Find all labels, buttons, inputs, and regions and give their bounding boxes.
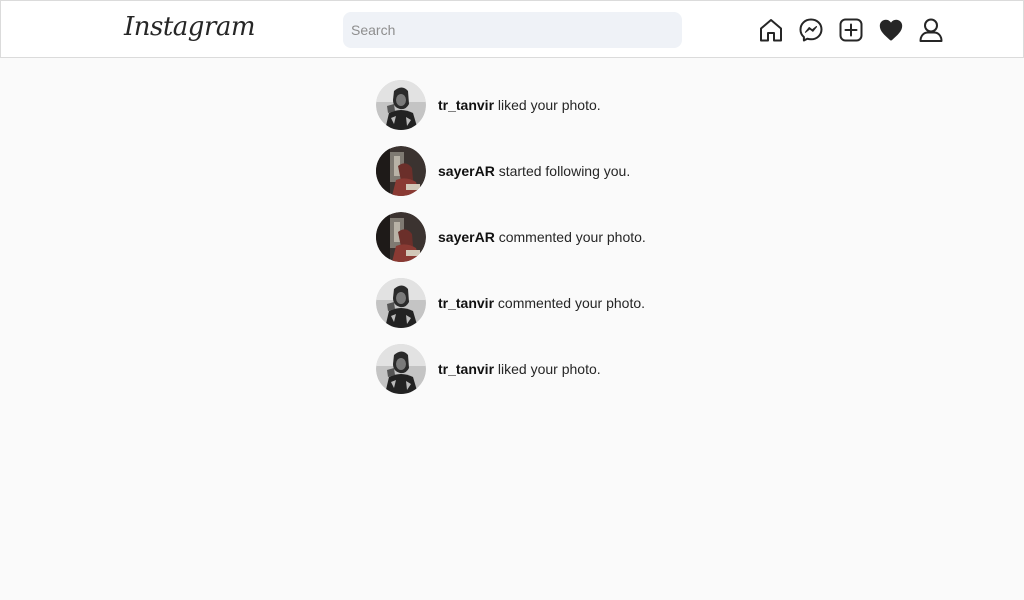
notification-item[interactable]: tr_tanvir liked your photo. <box>376 344 736 394</box>
avatar[interactable] <box>376 146 426 196</box>
notification-action: commented your photo. <box>494 229 646 245</box>
avatar[interactable] <box>376 80 426 130</box>
notification-username[interactable]: sayerAR <box>438 163 495 179</box>
avatar[interactable] <box>376 278 426 328</box>
notification-action: liked your photo. <box>494 361 601 377</box>
avatar[interactable] <box>376 344 426 394</box>
notification-username[interactable]: tr_tanvir <box>438 295 494 311</box>
notification-text: tr_tanvir commented your photo. <box>438 294 645 312</box>
notification-text: tr_tanvir liked your photo. <box>438 360 601 378</box>
activity-heart-icon[interactable] <box>878 17 904 43</box>
home-icon[interactable] <box>758 17 784 43</box>
notification-item[interactable]: sayerAR started following you. <box>376 146 736 196</box>
notifications-list: tr_tanvir liked your photo. sayerAR star… <box>376 80 736 410</box>
notification-item[interactable]: tr_tanvir commented your photo. <box>376 278 736 328</box>
notification-text: sayerAR started following you. <box>438 162 630 180</box>
notification-username[interactable]: tr_tanvir <box>438 361 494 377</box>
notification-text: tr_tanvir liked your photo. <box>438 96 601 114</box>
notification-item[interactable]: sayerAR commented your photo. <box>376 212 736 262</box>
notification-action: liked your photo. <box>494 97 601 113</box>
notification-username[interactable]: tr_tanvir <box>438 97 494 113</box>
instagram-logo[interactable]: Instagram <box>124 9 256 45</box>
notification-action: started following you. <box>494 163 631 179</box>
avatar[interactable] <box>376 212 426 262</box>
search-input[interactable] <box>343 12 682 48</box>
messenger-icon[interactable] <box>798 17 824 43</box>
new-post-icon[interactable] <box>838 17 864 43</box>
notification-item[interactable]: tr_tanvir liked your photo. <box>376 80 736 130</box>
profile-icon[interactable] <box>918 17 944 43</box>
notification-action: commented your photo. <box>494 295 646 311</box>
notification-text: sayerAR commented your photo. <box>438 228 646 246</box>
top-navigation-bar: Instagram <box>0 0 1024 58</box>
notification-username[interactable]: sayerAR <box>438 229 495 245</box>
